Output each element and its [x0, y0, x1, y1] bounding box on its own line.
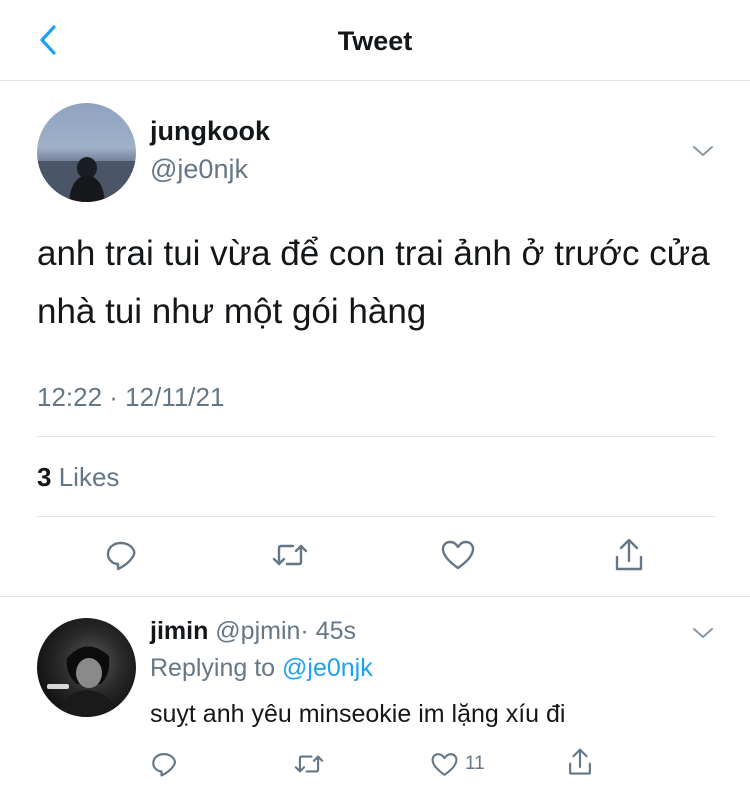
- share-button[interactable]: [609, 535, 649, 575]
- reply-like-count: 11: [465, 753, 485, 774]
- reply-icon: [152, 753, 176, 777]
- reply-author-handle[interactable]: @pjmin: [215, 617, 300, 645]
- reply-retweet-button[interactable]: [293, 746, 325, 782]
- profile-photo: [37, 157, 136, 202]
- tweet-text: anh trai tui vừa để con trai ảnh ở trước…: [37, 234, 710, 331]
- likes-number: 3: [37, 462, 52, 492]
- like-button[interactable]: [438, 535, 478, 575]
- chevron-down-icon: [693, 628, 713, 638]
- reply-like-button[interactable]: 11: [430, 746, 485, 782]
- profile-photo: [47, 646, 117, 717]
- reply-share-button[interactable]: [566, 744, 594, 780]
- author-name[interactable]: jungkook: [150, 116, 270, 147]
- reply-author-name[interactable]: jimin: [150, 617, 208, 645]
- tweet-timestamp[interactable]: 12:22 · 12/11/21: [37, 382, 224, 413]
- reply-reply-button[interactable]: [150, 746, 178, 782]
- like-icon: [441, 540, 475, 570]
- page-title: Tweet: [337, 26, 413, 56]
- retweet-button[interactable]: [270, 535, 310, 575]
- like-icon: [431, 752, 458, 776]
- likes-label: Likes: [58, 462, 120, 492]
- replying-to: Replying to @je0njk: [150, 654, 373, 683]
- reply-avatar[interactable]: [37, 618, 136, 717]
- author-handle[interactable]: @je0njk: [150, 154, 248, 185]
- divider: [0, 596, 750, 597]
- divider: [37, 436, 715, 437]
- reply-text: suỵt anh yêu minseokie im lặng xíu đi: [150, 700, 566, 728]
- reply-header: jimin @pjmin· 45s: [150, 617, 356, 646]
- reply-icon: [106, 541, 136, 571]
- retweet-icon: [272, 544, 308, 566]
- avatar[interactable]: [37, 103, 136, 202]
- replying-prefix: Replying to: [150, 654, 276, 682]
- reply-menu-button[interactable]: [688, 622, 718, 644]
- reply-button[interactable]: [101, 535, 141, 575]
- back-button[interactable]: [28, 20, 68, 60]
- likes-count[interactable]: 3 Likes: [37, 462, 119, 493]
- share-icon: [615, 538, 643, 571]
- reply-age: · 45s: [300, 617, 357, 645]
- retweet-icon: [294, 755, 324, 773]
- chevron-down-icon: [693, 146, 713, 156]
- tweet-menu-button[interactable]: [688, 140, 718, 162]
- share-icon: [569, 748, 591, 775]
- divider: [37, 516, 715, 517]
- chevron-left-icon: [40, 25, 56, 55]
- replying-to-link[interactable]: @je0njk: [282, 654, 373, 682]
